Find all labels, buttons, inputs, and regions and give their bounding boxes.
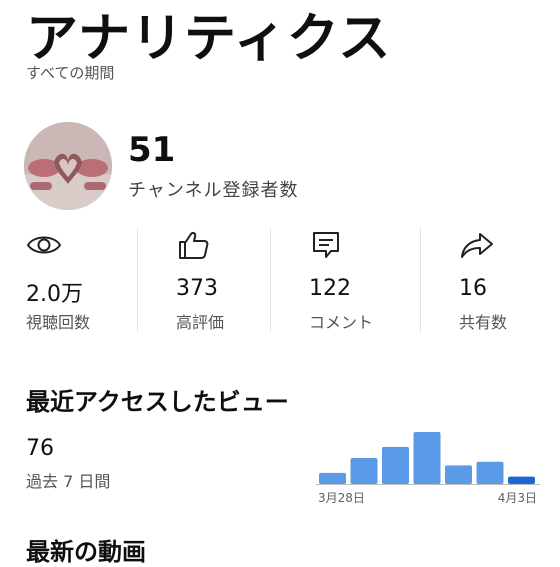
divider	[270, 228, 271, 332]
period-label[interactable]: すべての期間	[26, 62, 114, 83]
divider	[137, 228, 138, 332]
stat-label: コメント	[309, 313, 374, 332]
chart-bar[interactable]	[413, 432, 441, 484]
stat-label: 高評価	[176, 313, 225, 332]
recent-views-chart[interactable]: 3月28日 4月3日	[316, 424, 540, 508]
divider	[420, 228, 421, 332]
chart-bar[interactable]	[382, 446, 409, 484]
comment-icon	[309, 230, 345, 260]
stat-value: 2.0万	[26, 282, 83, 307]
stat-label: 共有数	[459, 313, 508, 332]
avatar-image	[24, 122, 112, 210]
subscriber-count: 51	[128, 130, 176, 170]
stat-value: 373	[176, 276, 218, 301]
bar-chart-svg: 3月28日 4月3日	[316, 432, 540, 505]
stat-value: 122	[309, 276, 351, 301]
recent-views-value: 76	[26, 436, 54, 461]
chart-bar[interactable]	[445, 465, 472, 484]
chart-tick-label: 3月28日	[318, 491, 365, 505]
avatar[interactable]	[24, 122, 112, 210]
stats-row: 2.0万 視聴回数 373 高評価 122 コメント 16 共有数	[0, 224, 560, 334]
eye-icon	[26, 230, 62, 260]
chart-bar[interactable]	[508, 476, 535, 484]
share-icon	[459, 230, 495, 260]
chart-bar[interactable]	[476, 461, 504, 484]
page-title: アナリティクス	[26, 9, 392, 69]
recent-views-heading: 最近アクセスしたビュー	[26, 388, 289, 416]
recent-views-period: 過去 7 日間	[26, 472, 111, 491]
subscriber-label: チャンネル登録者数	[128, 180, 299, 201]
chart-bar[interactable]	[319, 472, 346, 484]
thumbs-up-icon	[176, 230, 212, 260]
stat-value: 16	[459, 276, 487, 301]
chart-tick-label: 4月3日	[498, 491, 537, 505]
latest-videos-heading: 最新の動画	[26, 538, 146, 566]
stat-label: 視聴回数	[26, 313, 91, 332]
chart-bar[interactable]	[350, 458, 378, 484]
